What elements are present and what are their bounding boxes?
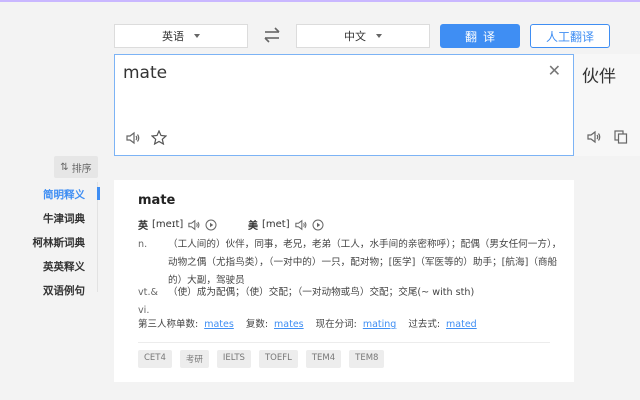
speaker-icon[interactable]	[294, 219, 308, 231]
sort-button[interactable]: ⇅ 排序	[54, 156, 98, 178]
speaker-icon[interactable]	[187, 219, 201, 231]
sidebar-item-collins[interactable]: 柯林斯词典	[0, 230, 100, 254]
word-form-link[interactable]: mating	[363, 319, 397, 330]
definition-verb: vt.& vi. （使）成为配偶；（使）交配；（一对动物或鸟）交配；交尾(~ wi…	[138, 284, 474, 320]
phonetic-us: 美 [met]	[248, 217, 324, 232]
part-of-speech: n.	[138, 239, 148, 250]
phonetic-label: 英	[138, 221, 148, 232]
target-language-label: 中文	[344, 30, 366, 43]
swap-languages-icon[interactable]	[262, 26, 282, 44]
exam-tag: TEM4	[305, 350, 342, 368]
part-of-speech: vt.& vi.	[138, 287, 158, 316]
source-language-label: 英语	[162, 30, 184, 43]
translation-result-panel: 伙伴	[574, 54, 640, 156]
word-form-link[interactable]: mates	[204, 319, 234, 330]
phonetic-ipa: [meɪt]	[152, 219, 184, 230]
source-text[interactable]: mate	[123, 63, 167, 83]
chevron-down-icon	[376, 34, 382, 38]
word-form: 复数: mates	[245, 319, 304, 330]
exam-tags: CET4 考研 IELTS TOEFL TEM4 TEM8	[138, 350, 385, 368]
word-form-link[interactable]: mated	[446, 319, 477, 330]
sort-label: 排序	[71, 163, 92, 175]
exam-tag: CET4	[138, 350, 172, 368]
entry-word: mate	[138, 193, 176, 208]
top-accent-line	[0, 0, 640, 2]
word-form: 第三人称单数: mates	[138, 319, 234, 330]
sidebar-item-label: 双语例句	[43, 284, 85, 297]
speaker-icon[interactable]	[125, 131, 141, 145]
sidebar-item-english-english[interactable]: 英英释义	[0, 254, 100, 278]
human-translate-button[interactable]: 人工翻译	[530, 24, 610, 48]
sidebar-item-label: 英英释义	[43, 260, 85, 273]
word-form: 过去式: mated	[408, 319, 477, 330]
target-language-select[interactable]: 中文	[296, 24, 430, 48]
exam-tag: 考研	[179, 350, 209, 368]
sidebar-item-label: 简明释义	[43, 188, 85, 201]
sidebar-item-label: 柯林斯词典	[32, 236, 86, 249]
source-language-select[interactable]: 英语	[114, 24, 248, 48]
definition-text: （使）成为配偶；（使）交配；（一对动物或鸟）交配；交尾(~ with sth)	[168, 287, 475, 298]
sidebar-item-concise[interactable]: 简明释义	[0, 182, 100, 206]
sidebar-nav: 简明释义 牛津词典 柯林斯词典 英英释义 双语例句	[0, 182, 100, 302]
phonetic-label: 美	[248, 221, 258, 232]
definition-text: （工人间的）伙伴，同事，老兄，老弟（工人，水手间的亲密称呼）；配偶（男女任何一方…	[168, 239, 562, 286]
word-form-link[interactable]: mates	[274, 319, 304, 330]
copy-icon[interactable]	[614, 130, 628, 144]
chevron-down-icon	[194, 34, 200, 38]
divider	[138, 342, 550, 343]
word-forms: 第三人称单数: mates 复数: mates 现在分词: mating 过去式: ma…	[138, 316, 477, 330]
play-circle-icon[interactable]	[205, 219, 217, 231]
sidebar-item-label: 牛津词典	[43, 212, 85, 225]
word-form: 现在分词: mating	[315, 319, 397, 330]
close-icon[interactable]: ✕	[548, 61, 561, 80]
dictionary-entry-card: mate 英 [meɪt] 美 [met] n. （工人间的）伙伴，同事，老兄，…	[114, 180, 574, 382]
phonetic-ipa: [met]	[262, 219, 290, 230]
translation-result: 伙伴	[582, 67, 616, 87]
definition-noun: n. （工人间的）伙伴，同事，老兄，老弟（工人，水手间的亲密称呼）；配偶（男女任何…	[138, 236, 570, 290]
translate-button[interactable]: 翻译	[440, 24, 520, 48]
speaker-icon[interactable]	[586, 130, 602, 144]
exam-tag: TEM8	[349, 350, 385, 368]
sidebar-item-oxford[interactable]: 牛津词典	[0, 206, 100, 230]
sort-icon: ⇅	[60, 161, 69, 173]
star-icon[interactable]	[151, 130, 167, 145]
play-circle-icon[interactable]	[312, 219, 324, 231]
sidebar-item-bilingual-examples[interactable]: 双语例句	[0, 278, 100, 302]
source-text-input[interactable]: mate ✕	[114, 54, 574, 156]
exam-tag: TOEFL	[258, 350, 298, 368]
phonetic-uk: 英 [meɪt]	[138, 217, 217, 232]
exam-tag: IELTS	[216, 350, 251, 368]
